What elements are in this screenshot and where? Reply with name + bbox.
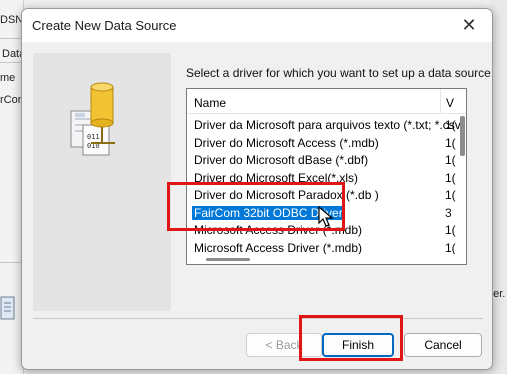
mouse-cursor-icon — [318, 206, 334, 227]
column-header-version[interactable]: V — [440, 89, 454, 114]
close-icon: ✕ — [461, 15, 477, 35]
list-item[interactable]: Driver do Microsoft Access (*.mdb) 1( — [187, 134, 466, 152]
horizontal-scroll-thumb[interactable] — [206, 258, 250, 261]
button-divider — [33, 318, 483, 319]
driver-name: Driver do Microsoft Paradox (*.db ) — [194, 188, 379, 202]
driver-version: 1( — [445, 240, 456, 255]
bg-label-dsn: DSN — [0, 14, 24, 26]
bg-file-icon — [0, 296, 15, 320]
driver-name: Microsoft Access Driver (*.mdb) — [194, 240, 363, 255]
driver-version: 1( — [445, 118, 456, 132]
driver-version: 1( — [445, 170, 456, 185]
driver-name: Driver do Microsoft Access (*.mdb) — [194, 135, 379, 150]
list-item[interactable]: Driver do Microsoft dBase (*.dbf) 1( — [187, 151, 466, 169]
wizard-illustration-panel: 011 010 — [33, 53, 171, 311]
finish-button[interactable]: Finish — [322, 333, 394, 357]
driver-database-icon: 011 010 — [70, 82, 115, 156]
svg-text:011: 011 — [87, 133, 100, 141]
list-item[interactable]: Driver do Microsoft Paradox (*.db ) 1( — [187, 186, 466, 204]
create-new-data-source-dialog: Create New Data Source ✕ 011 010 Select … — [21, 8, 493, 370]
driver-name: Microsoft Access Driver (*.mdb) — [194, 223, 363, 237]
driver-rows: Driver da Microsoft para arquivos texto … — [187, 116, 466, 256]
driver-version: 3 — [445, 205, 452, 220]
dialog-title: Create New Data Source — [32, 18, 177, 33]
driver-name: Driver da Microsoft para arquivos texto … — [194, 118, 465, 132]
list-item[interactable]: Driver da Microsoft para arquivos texto … — [187, 116, 466, 134]
list-item[interactable]: Driver do Microsoft Excel(*.xls) 1( — [187, 169, 466, 187]
cancel-button[interactable]: Cancel — [404, 333, 482, 357]
back-button[interactable]: < Back — [246, 333, 322, 357]
list-header: Name V — [187, 89, 466, 114]
driver-name: Driver do Microsoft Excel(*.xls) — [194, 170, 359, 185]
driver-version: 1( — [445, 188, 456, 202]
horizontal-scrollbar[interactable] — [187, 254, 466, 264]
bg-label-me: me — [0, 72, 16, 84]
driver-version: 1( — [445, 153, 456, 167]
instruction-text: Select a driver for which you want to se… — [186, 66, 493, 80]
title-bar[interactable]: Create New Data Source ✕ — [22, 9, 492, 42]
vertical-scrollbar[interactable] — [460, 116, 465, 156]
driver-version: 1( — [445, 223, 456, 237]
column-header-name[interactable]: Name — [194, 96, 226, 110]
close-button[interactable]: ✕ — [446, 9, 492, 42]
driver-name: Driver do Microsoft dBase (*.dbf) — [194, 153, 369, 167]
driver-list[interactable]: Name V Driver da Microsoft para arquivos… — [186, 88, 467, 265]
driver-version: 1( — [445, 135, 456, 150]
